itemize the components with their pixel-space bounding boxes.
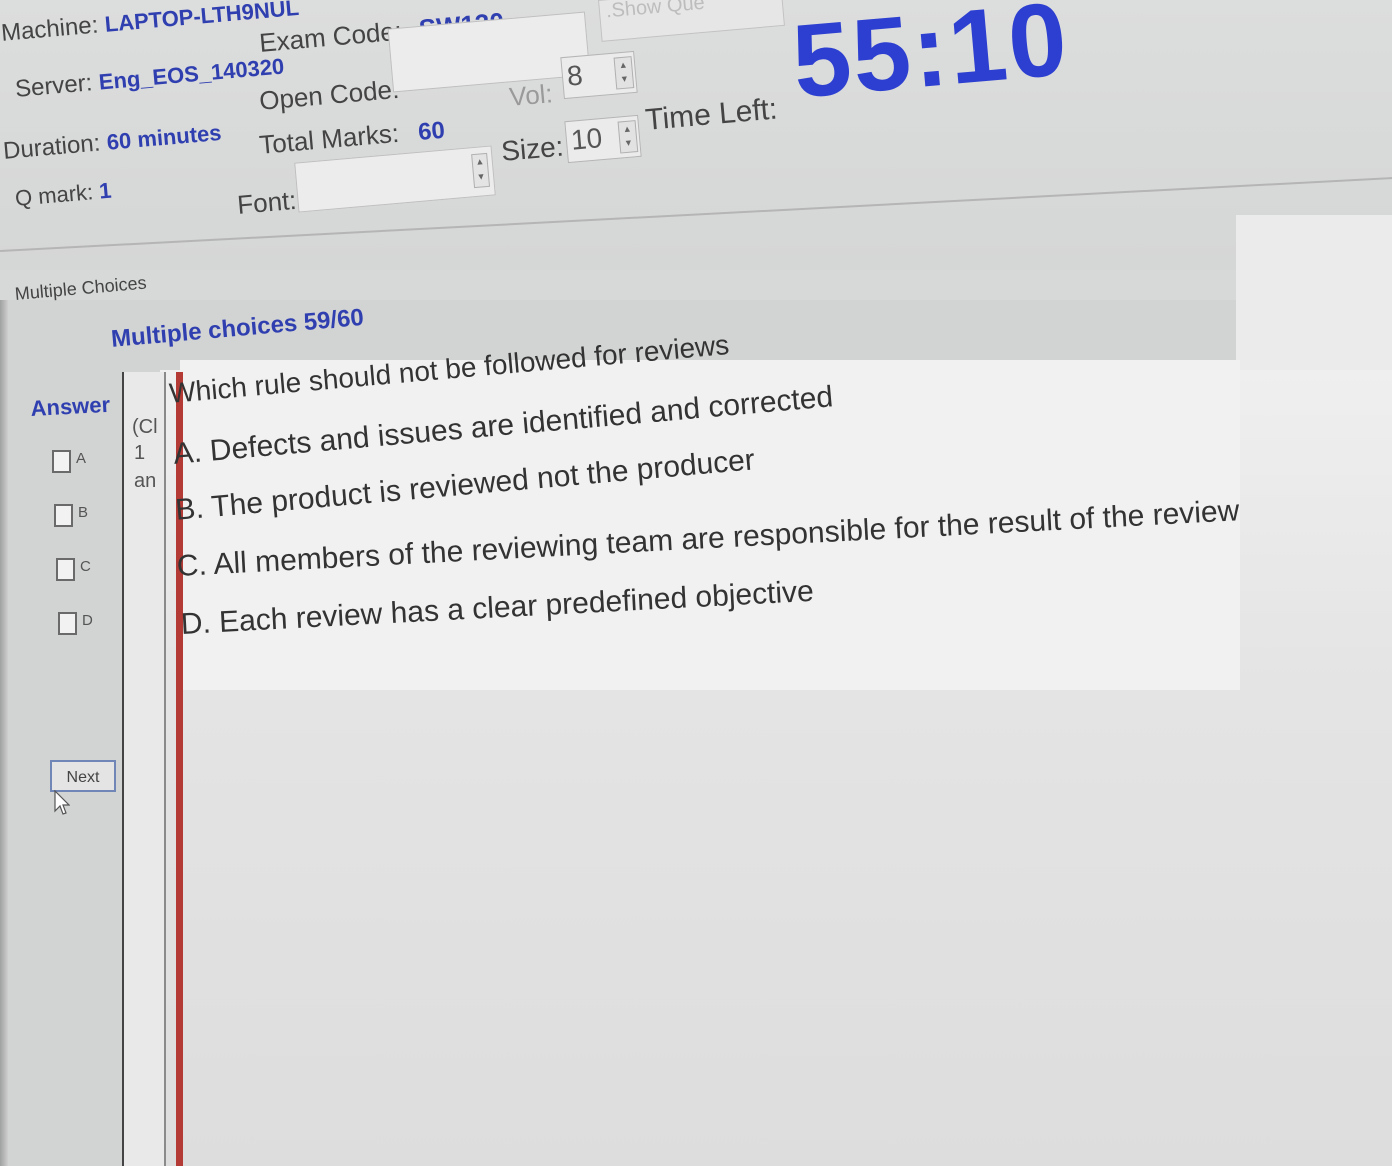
- vol-spin-icon[interactable]: ▲ ▼: [613, 56, 635, 90]
- answer-checkbox-c[interactable]: [56, 558, 75, 581]
- vol-label: Vol:: [508, 78, 554, 112]
- size-value: 10: [569, 122, 604, 156]
- answer-checkbox-b[interactable]: [54, 504, 73, 527]
- size-spinner[interactable]: 10 ▲ ▼: [564, 114, 642, 164]
- size-spin-icon[interactable]: ▲ ▼: [617, 120, 639, 154]
- id-col-line-2: 1: [134, 442, 146, 464]
- answer-letter-d: D: [82, 612, 93, 629]
- answer-letter-b: B: [78, 504, 89, 521]
- next-button[interactable]: Next: [50, 760, 116, 792]
- qmark-label: Q mark:: [14, 179, 95, 211]
- mouse-cursor-icon: [54, 790, 70, 815]
- window-edge: [0, 300, 8, 1166]
- size-label: Size:: [500, 130, 565, 167]
- answer-letter-a: A: [76, 450, 87, 467]
- answer-label: Answer: [30, 391, 111, 421]
- vol-value: 8: [565, 59, 584, 92]
- total-marks-value: 60: [417, 116, 447, 146]
- qmark-value: 1: [98, 177, 113, 204]
- server-label: Server:: [14, 69, 94, 103]
- answer-letter-c: C: [80, 558, 91, 575]
- font-label: Font:: [236, 184, 298, 220]
- vol-spinner[interactable]: 8 ▲ ▼: [560, 50, 638, 100]
- answer-checkbox-d[interactable]: [58, 612, 77, 635]
- id-col-line-1: (Cl: [132, 416, 158, 438]
- id-col-line-3: an: [134, 470, 157, 492]
- question-marker-bar: [176, 372, 183, 1166]
- answer-checkbox-a[interactable]: [52, 450, 71, 473]
- font-spin-icon[interactable]: ▲ ▼: [471, 152, 491, 189]
